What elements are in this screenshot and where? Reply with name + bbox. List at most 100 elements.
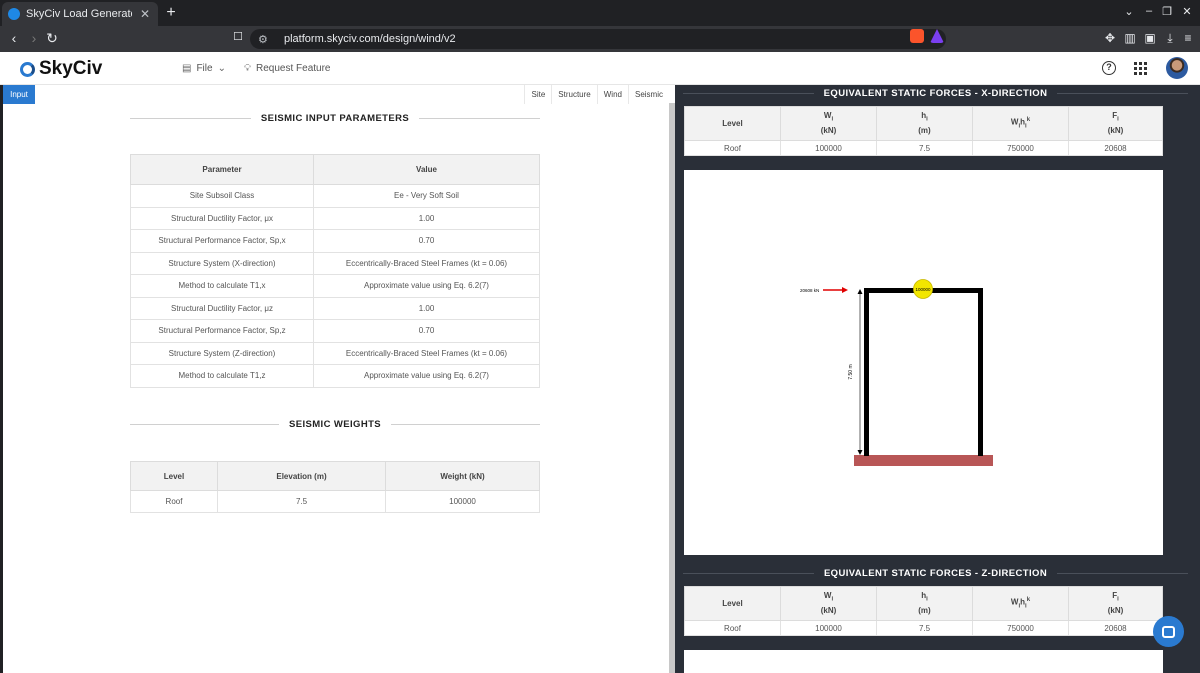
table-row: Structure System (Z-direction) Eccentrica…: [130, 341, 540, 365]
column-header-value: Value: [313, 154, 540, 185]
param-name: Structure System (X-direction): [130, 251, 314, 275]
chat-support-button[interactable]: [1153, 616, 1184, 647]
app-header: SkyCiv ▤ File ⌄ 💡︎ Request Feature ?: [0, 52, 1200, 85]
column-header-wi: Wi (kN): [780, 106, 877, 141]
url-text: platform.skyciv.com/design/wind/v2: [284, 33, 456, 45]
restore-icon[interactable]: ❐: [1158, 5, 1176, 18]
z-direction-title: EQUIVALENT STATIC FORCES - Z-DIRECTION: [683, 566, 1189, 580]
address-bar: ‹ › ↻ ☐ ⚙ platform.skyciv.com/design/win…: [0, 26, 1200, 52]
param-name: Structure System (Z-direction): [130, 341, 314, 365]
table-row: Structure System (X-direction) Eccentrica…: [130, 251, 540, 275]
tab-input[interactable]: Input: [3, 85, 35, 104]
file-icon: ▤: [182, 63, 192, 74]
reload-icon[interactable]: ↻: [44, 30, 60, 47]
wi-cell: 100000: [780, 620, 877, 636]
wi-cell: 100000: [780, 140, 877, 156]
skyciv-logo[interactable]: SkyCiv: [20, 58, 102, 80]
table-row: Structural Performance Factor, Sp,x 0.70: [130, 229, 540, 253]
url-field[interactable]: ⚙ platform.skyciv.com/design/wind/v2: [250, 29, 946, 49]
help-icon[interactable]: ?: [1102, 61, 1116, 75]
param-value[interactable]: Approximate value using Eq. 6.2(7): [313, 364, 540, 388]
weight-cell[interactable]: 100000: [385, 490, 540, 513]
section-heading: EQUIVALENT STATIC FORCES - X-DIRECTION: [823, 87, 1048, 99]
brave-shields-icon[interactable]: [910, 29, 924, 43]
wallet-icon[interactable]: ▣: [1142, 31, 1158, 45]
column-header-weight: Weight (kN): [385, 461, 540, 491]
column-header-wi: Wi (kN): [780, 586, 877, 621]
tab-structure[interactable]: Structure: [551, 85, 596, 104]
column-header-elevation: Elevation (m): [217, 461, 386, 491]
param-value[interactable]: Approximate value using Eq. 6.2(7): [313, 274, 540, 298]
request-feature-label: Request Feature: [256, 63, 331, 74]
column-header-wihk: Wihik: [972, 106, 1069, 141]
table-row: Method to calculate T1,x Approximate valu…: [130, 274, 540, 298]
results-panel: EQUIVALENT STATIC FORCES - X-DIRECTION L…: [675, 85, 1200, 673]
new-tab-button[interactable]: +: [164, 4, 178, 22]
table-row: Roof 7.5 100000: [130, 490, 540, 513]
param-value[interactable]: 1.00: [313, 206, 540, 230]
seismic-weights-table: Level Elevation (m) Weight (kN) Roof 7.5…: [130, 461, 540, 513]
chevron-down-icon: ⌄: [217, 63, 226, 74]
column-header-level: Level: [684, 586, 781, 621]
bookmark-icon[interactable]: ☐: [230, 30, 246, 43]
request-feature-link[interactable]: 💡︎ Request Feature: [244, 63, 331, 74]
tab-site[interactable]: Site: [524, 85, 551, 104]
fi-cell: 20608: [1068, 140, 1163, 156]
tab-search-icon[interactable]: ⌄: [1120, 5, 1138, 18]
close-tab-icon[interactable]: ✕: [138, 7, 152, 21]
avatar[interactable]: [1166, 57, 1188, 79]
seismic-weights-title: SEISMIC WEIGHTS: [130, 417, 541, 431]
column-header-wihk: Wihik: [972, 586, 1069, 621]
extensions-icon[interactable]: ✥: [1102, 31, 1118, 45]
height-label: 7.50 m: [848, 364, 854, 379]
force-diagram: 7.50 m 20608 kN 100000: [684, 170, 1163, 555]
forward-icon[interactable]: ›: [26, 30, 42, 46]
seismic-params-table: Parameter Value Site Subsoil Class Ee - V…: [130, 154, 540, 388]
table-row: Roof 100000 7.5 750000 20608: [684, 620, 1163, 636]
table-row: Site Subsoil Class Ee - Very Soft Soil: [130, 184, 540, 208]
table-row: Method to calculate T1,z Approximate valu…: [130, 364, 540, 388]
browser-tab-bar: SkyCiv Load Generator | S ✕ + ⌄ – ❐ ✕: [0, 0, 1200, 26]
column-header-fi: Fi (kN): [1068, 106, 1163, 141]
file-menu[interactable]: ▤ File ⌄: [182, 63, 226, 74]
column-header-hi: hi (m): [876, 586, 973, 621]
lightbulb-icon: 💡︎: [244, 63, 251, 74]
frame-diagram-svg: 7.50 m 20608 kN 100000: [800, 279, 993, 466]
hi-cell: 7.5: [876, 620, 973, 636]
force-label: 20608 kN: [800, 288, 819, 293]
table-row: Structural Ductility Factor, μx 1.00: [130, 206, 540, 230]
param-value[interactable]: Eccentrically-Braced Steel Frames (kt = …: [313, 341, 540, 365]
param-value[interactable]: 0.70: [313, 319, 540, 343]
logo-text: SkyCiv: [39, 58, 103, 79]
param-value[interactable]: 1.00: [313, 296, 540, 320]
elevation-cell[interactable]: 7.5: [217, 490, 386, 513]
param-value[interactable]: Eccentrically-Braced Steel Frames (kt = …: [313, 251, 540, 275]
file-menu-label: File: [196, 63, 213, 74]
site-settings-icon[interactable]: ⚙: [258, 33, 272, 46]
close-window-icon[interactable]: ✕: [1178, 5, 1196, 18]
column-header-level: Level: [684, 106, 781, 141]
table-row: Structural Performance Factor, Sp,z 0.70: [130, 319, 540, 343]
minimize-icon[interactable]: –: [1140, 5, 1158, 17]
mass-label: 100000: [915, 287, 931, 292]
dimension-arrow-top: [857, 289, 863, 294]
menu-icon[interactable]: ≡: [1180, 31, 1196, 45]
section-heading: EQUIVALENT STATIC FORCES - Z-DIRECTION: [823, 567, 1048, 579]
param-name: Method to calculate T1,x: [130, 274, 314, 298]
apps-grid-icon[interactable]: [1134, 62, 1147, 75]
wihk-cell: 750000: [972, 620, 1069, 636]
tab-wind[interactable]: Wind: [596, 85, 628, 104]
sidebar-icon[interactable]: ▥: [1122, 31, 1138, 45]
left-column: [864, 288, 869, 456]
x-forces-table: Level Wi (kN) hi (m) Wihik Fi (kN) Roof 100…: [684, 106, 1163, 156]
z-forces-table: Level Wi (kN) hi (m) Wihik Fi (kN) Roof 100…: [684, 586, 1163, 636]
param-value[interactable]: 0.70: [313, 229, 540, 253]
param-name: Site Subsoil Class: [130, 184, 314, 208]
tab-seismic[interactable]: Seismic: [627, 85, 669, 104]
browser-tab[interactable]: SkyCiv Load Generator | S ✕: [2, 2, 158, 26]
level-cell: Roof: [684, 620, 781, 636]
column-header-level: Level: [130, 461, 218, 491]
download-icon[interactable]: ⤓: [1162, 31, 1178, 46]
param-value[interactable]: Ee - Very Soft Soil: [313, 184, 540, 208]
back-icon[interactable]: ‹: [6, 30, 22, 46]
